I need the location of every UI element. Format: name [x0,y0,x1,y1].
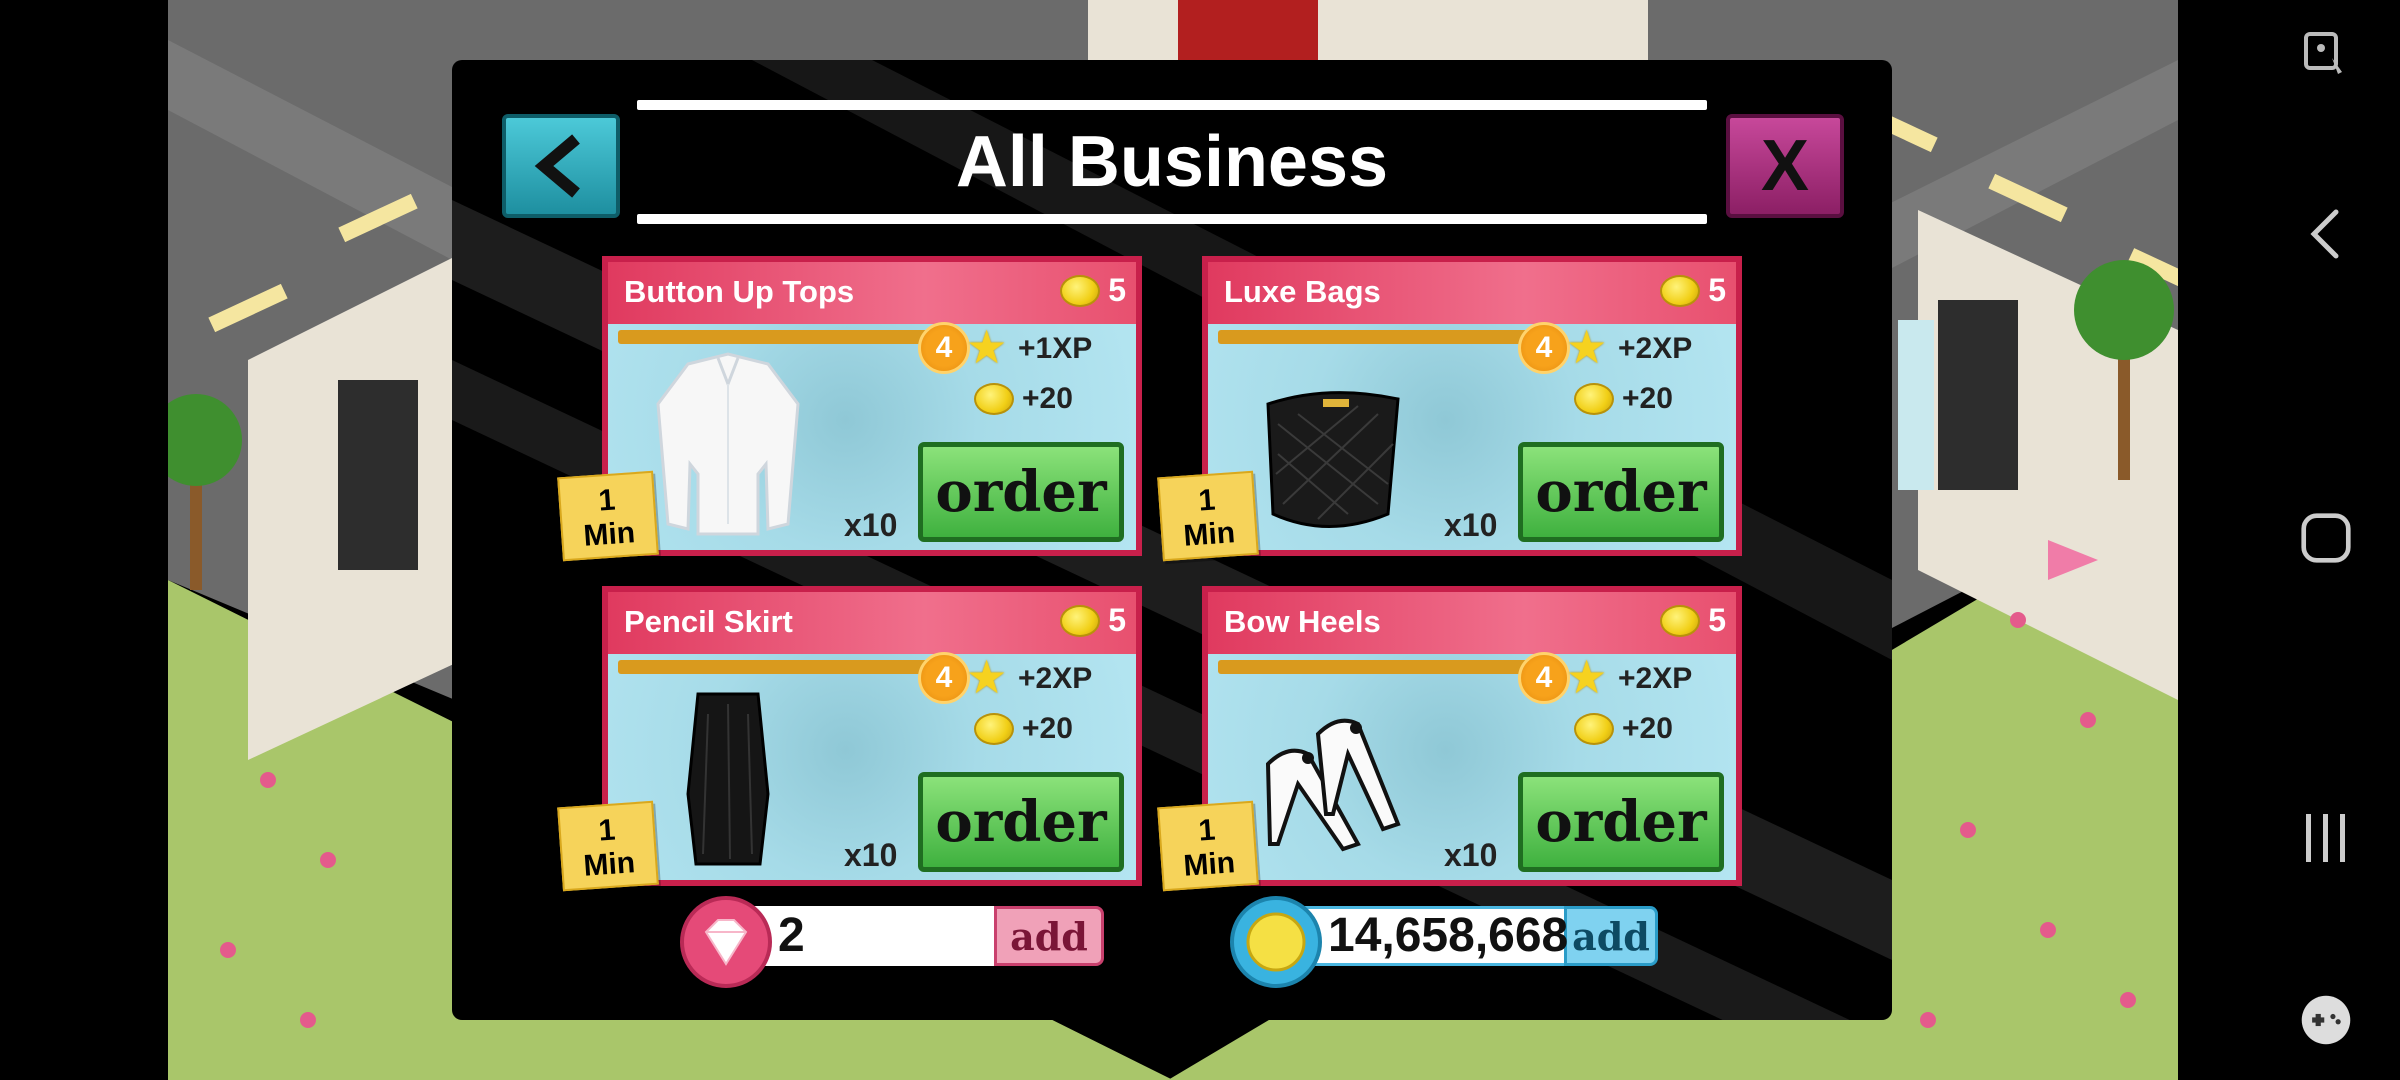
quantity: x10 [1444,507,1498,543]
business-card-bow-heels: Bow Heels 5 4 ★ +2XP +20 x10 order 1 Min [1157,586,1742,892]
coin-icon [974,383,1014,415]
coin-reward-value: +20 [1022,382,1073,415]
close-icon: X [1760,126,1810,206]
cost-value: 5 [1108,272,1126,308]
back-nav-icon[interactable] [2300,208,2352,260]
gem-count: 2 [778,909,805,962]
item-name: Bow Heels [1224,604,1381,639]
time-sticky-note: 1 Min [557,800,659,892]
skirt-icon [686,692,770,866]
coin-icon [1574,713,1614,745]
screen-lock-icon[interactable] [2300,28,2352,80]
cost-value: 5 [1108,602,1126,638]
order-button[interactable]: order [918,772,1124,872]
coin-reward-value: +20 [1022,712,1073,745]
star-icon: ★ [1566,321,1608,373]
blouse-icon [656,352,800,536]
xp-reward: +2XP [1018,662,1093,695]
time-sticky-note: 1 Min [1157,470,1259,562]
handbag-icon [1266,391,1400,528]
level-badge: 4 [1518,322,1570,374]
item-cost: 5 [1660,602,1726,639]
all-business-dialog: All Business X Button Up Tops 5 4 ★ +1XP… [452,60,1892,1020]
coin-reward-value: +20 [1622,712,1673,745]
coin-count: 14,658,668 [1328,909,1569,962]
coin-reward: +20 [1574,382,1673,416]
business-card-button-up-tops: Button Up Tops 5 4 ★ +1XP +20 x10 order … [557,256,1142,562]
business-card-pencil-skirt: Pencil Skirt 5 4 ★ +2XP +20 x10 order 1M… [557,586,1142,892]
xp-reward: +1XP [1018,332,1093,365]
coin-icon [974,713,1014,745]
time-sticky-note: 1 Min [557,470,659,562]
coin-reward-value: +20 [1622,382,1673,415]
coin-icon [1060,274,1101,307]
xp-reward: +2XP [1618,332,1693,365]
progress-bar [1218,330,1558,344]
time-unit: Min [1182,846,1237,883]
recents-nav-icon[interactable] [2300,812,2352,864]
dialog-title: All Business [955,122,1389,202]
level-badge: 4 [918,652,970,704]
order-button[interactable]: order [1518,772,1724,872]
add-coins-button[interactable]: add [1564,906,1658,966]
cost-value: 5 [1708,602,1726,638]
time-unit: Min [582,516,637,553]
coin-icon [1060,604,1101,637]
home-nav-icon[interactable] [2300,512,2352,564]
title-rule-top [637,100,1707,110]
quantity: x10 [1444,837,1498,873]
time-sticky-note: 1 Min [1157,800,1259,892]
progress-bar [1218,660,1558,674]
game-controller-icon[interactable] [2300,994,2352,1046]
star-icon: ★ [1566,651,1608,703]
xp-reward: +2XP [1618,662,1693,695]
item-name: Luxe Bags [1224,274,1381,309]
coin-icon [1660,274,1701,307]
coin-icon [1660,604,1701,637]
star-icon: ★ [966,321,1008,373]
business-card-luxe-bags: Luxe Bags 5 4 ★ +2XP +20 x10 order 1 Min [1157,256,1742,562]
back-button[interactable] [502,114,620,218]
progress-bar [618,660,958,674]
star-icon: ★ [966,651,1008,703]
gem-icon [680,896,772,988]
time-unit: Min [582,846,637,883]
coin-balance-bar: add 14,658,668 [1228,896,1668,988]
level-badge: 4 [1518,652,1570,704]
level-badge: 4 [918,322,970,374]
item-name: Button Up Tops [624,274,855,309]
coin-icon [1230,896,1322,988]
gem-balance-bar: add 2 [678,896,1108,988]
item-cost: 5 [1060,602,1126,639]
order-button[interactable]: order [1518,442,1724,542]
coin-reward: +20 [1574,712,1673,746]
add-gems-button[interactable]: add [994,906,1104,966]
item-cost: 5 [1660,272,1726,309]
title-rule-bottom [637,214,1707,224]
item-cost: 5 [1060,272,1126,309]
heels-icon [1265,718,1401,852]
order-button[interactable]: order [918,442,1124,542]
quantity: x10 [844,507,898,543]
coin-reward: +20 [974,712,1073,746]
cost-value: 5 [1708,272,1726,308]
coin-reward: +20 [974,382,1073,416]
close-button[interactable]: X [1726,114,1844,218]
time-unit: Min [1182,516,1237,553]
quantity: x10 [844,837,898,873]
system-navigation-bar [2178,0,2400,1080]
progress-bar [618,330,958,344]
coin-icon [1574,383,1614,415]
item-name: Pencil Skirt [624,604,793,639]
chevron-left-icon [534,134,580,198]
